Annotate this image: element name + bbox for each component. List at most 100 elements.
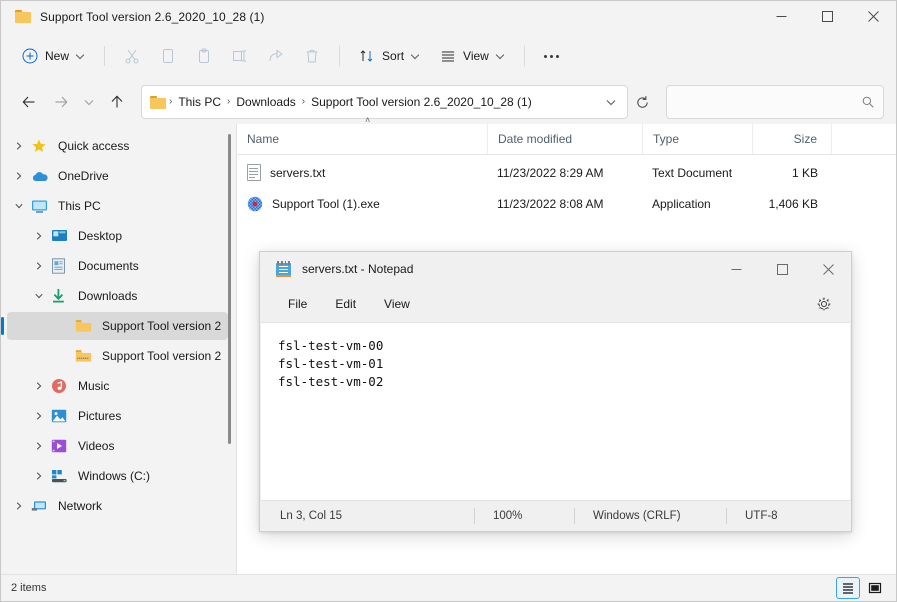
view-button[interactable]: View [431, 40, 514, 72]
sidebar-item-label: Support Tool version 2.6_202 [102, 319, 222, 333]
notepad-window-controls [713, 252, 851, 286]
settings-gear-icon[interactable] [811, 291, 837, 317]
rename-button[interactable] [223, 40, 257, 72]
divider [523, 46, 525, 66]
sidebar-item-label: This PC [58, 199, 101, 213]
large-icons-view-button[interactable] [864, 578, 886, 598]
back-button[interactable] [13, 86, 45, 118]
chevron-right-icon[interactable] [7, 171, 31, 181]
plus-circle-icon [22, 48, 38, 64]
address-bar-actions [599, 89, 623, 115]
sidebar-item-desktop[interactable]: Desktop [7, 222, 228, 250]
table-row[interactable]: Support Tool (1).exe 11/23/2022 8:08 AM … [237, 188, 896, 219]
notepad-status-bar: Ln 3, Col 15 100% Windows (CRLF) UTF-8 [260, 500, 851, 531]
see-more-button[interactable] [535, 40, 568, 72]
monitor-icon [31, 198, 49, 214]
notepad-menu-bar: File Edit View [260, 286, 851, 322]
maximize-button[interactable] [804, 1, 850, 32]
up-button[interactable] [101, 86, 133, 118]
notepad-window: servers.txt - Notepad File Edit View fsl… [259, 251, 852, 532]
recent-locations-button[interactable] [77, 86, 101, 118]
sidebar-item-windows-c[interactable]: Windows (C:) [7, 462, 228, 490]
chevron-right-icon[interactable] [27, 441, 51, 451]
menu-file[interactable]: File [276, 292, 319, 316]
sidebar-item-videos[interactable]: Videos [7, 432, 228, 460]
clipboard-icon [199, 48, 210, 63]
delete-button[interactable] [295, 40, 329, 72]
sidebar-scrollbar[interactable] [228, 134, 231, 444]
menu-edit[interactable]: Edit [323, 292, 368, 316]
chevron-right-icon[interactable] [7, 141, 31, 151]
chevron-down-icon[interactable] [27, 291, 51, 301]
chevron-down-icon [497, 52, 505, 60]
cut-button[interactable] [115, 40, 149, 72]
chevron-right-icon[interactable] [27, 231, 51, 241]
file-rows: servers.txt 11/23/2022 8:29 AM Text Docu… [237, 155, 896, 219]
paste-button[interactable] [187, 40, 221, 72]
file-size-cell: 1 KB [791, 165, 818, 180]
refresh-button[interactable] [628, 89, 656, 115]
chevron-right-icon[interactable] [27, 411, 51, 421]
sidebar-item-music[interactable]: Music [7, 372, 228, 400]
sidebar-item-support-tool-zip[interactable]: Support Tool version 2.6_202 [7, 342, 228, 370]
notepad-maximize-button[interactable] [759, 252, 805, 286]
scissors-icon [125, 49, 139, 64]
sidebar-item-documents[interactable]: Documents [7, 252, 228, 280]
sort-button-label: Sort [382, 49, 405, 63]
close-button[interactable] [850, 1, 896, 32]
videos-icon [51, 438, 69, 454]
encoding-label: UTF-8 [745, 510, 778, 522]
view-list-icon [442, 51, 455, 62]
share-icon [269, 49, 283, 62]
chevron-right-icon[interactable] [27, 261, 51, 271]
sidebar-item-label: Documents [78, 259, 139, 273]
sidebar-item-downloads[interactable]: Downloads [7, 282, 228, 310]
drive-icon [51, 468, 69, 484]
breadcrumb-downloads[interactable]: Downloads [231, 92, 300, 112]
sidebar-item-network[interactable]: Network [7, 492, 228, 520]
application-icon [247, 196, 263, 212]
column-header-date-modified[interactable]: Date modified [487, 124, 642, 154]
minimize-button[interactable] [758, 1, 804, 32]
search-box[interactable] [666, 85, 884, 119]
share-button[interactable] [259, 40, 293, 72]
forward-button[interactable] [45, 86, 77, 118]
file-name-cell: servers.txt [237, 157, 487, 188]
column-headers: Name ˄ Date modified Type Size [237, 115, 896, 155]
desktop-icon [51, 228, 69, 244]
new-button[interactable]: New [13, 40, 94, 72]
previous-locations-button[interactable] [599, 89, 623, 115]
sidebar-item-label: Network [58, 499, 103, 513]
table-row[interactable]: servers.txt 11/23/2022 8:29 AM Text Docu… [237, 157, 896, 188]
arrow-up-icon [111, 95, 123, 108]
file-type-cell: Text Document [652, 165, 733, 180]
sidebar-item-onedrive[interactable]: OneDrive [7, 162, 228, 190]
menu-view[interactable]: View [372, 292, 422, 316]
notepad-close-button[interactable] [805, 252, 851, 286]
chevron-down-icon[interactable] [7, 201, 31, 211]
sidebar-item-support-tool-folder[interactable]: Support Tool version 2.6_202 [1, 312, 228, 340]
search-input[interactable] [675, 94, 861, 110]
window-title: Support Tool version 2.6_2020_10_28 (1) [40, 9, 265, 24]
notepad-minimize-button[interactable] [713, 252, 759, 286]
text-file-icon [247, 164, 261, 181]
column-header-type[interactable]: Type [642, 124, 752, 154]
details-view-button[interactable] [836, 577, 860, 599]
notepad-text-area[interactable]: fsl-test-vm-00 fsl-test-vm-01 fsl-test-v… [261, 322, 850, 500]
sidebar-item-this-pc[interactable]: This PC [7, 192, 228, 220]
chevron-right-icon[interactable] [27, 471, 51, 481]
breadcrumb-this-pc[interactable]: This PC [173, 92, 226, 112]
column-header-size[interactable]: Size [752, 124, 832, 154]
address-bar[interactable]: › This PC › Downloads › Support Tool ver… [141, 85, 628, 119]
chevron-right-icon[interactable] [7, 501, 31, 511]
column-header-date-label: Date modified [498, 132, 573, 146]
folder-icon [150, 95, 166, 109]
address-bar-row: › This PC › Downloads › Support Tool ver… [1, 80, 896, 124]
sort-button[interactable]: Sort [350, 40, 429, 72]
sidebar-item-pictures[interactable]: Pictures [7, 402, 228, 430]
chevron-right-icon[interactable] [27, 381, 51, 391]
copy-button[interactable] [151, 40, 185, 72]
column-header-name[interactable]: Name ˄ [237, 115, 487, 154]
sidebar-item-quick-access[interactable]: Quick access [7, 132, 228, 160]
breadcrumb-current-folder[interactable]: Support Tool version 2.6_2020_10_28 (1) [306, 92, 537, 112]
